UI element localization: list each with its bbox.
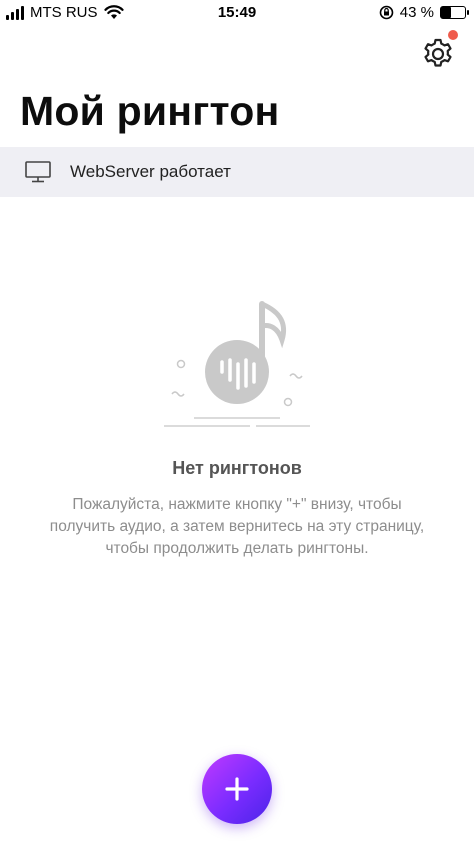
- music-note-icon: [205, 301, 286, 404]
- empty-state-title: Нет рингтонов: [172, 458, 302, 478]
- battery-icon: [440, 6, 469, 19]
- app-screen: MTS RUS 15:49 43 % Мой рингтон WebServer…: [0, 0, 474, 843]
- settings-button[interactable]: [420, 30, 458, 72]
- monitor-icon: [25, 161, 51, 183]
- webserver-status-bar[interactable]: WebServer работает: [0, 147, 474, 197]
- notification-dot: [448, 30, 458, 40]
- battery-percent: 43 %: [399, 4, 434, 21]
- music-note-illustration: [164, 301, 310, 427]
- status-bar: MTS RUS 15:49 43 %: [0, 0, 474, 28]
- webserver-status-label: WebServer работает: [70, 162, 231, 181]
- gear-icon: [424, 38, 452, 67]
- orientation-lock-icon: [379, 5, 394, 20]
- plus-icon: [225, 777, 249, 801]
- add-button[interactable]: [202, 754, 272, 824]
- empty-state-message: Пожалуйста, нажмите кнопку "+" внизу, чт…: [49, 496, 425, 557]
- status-bar-right: 43 %: [379, 4, 469, 21]
- page-title: Мой рингтон: [20, 88, 280, 134]
- battery-fill: [441, 7, 452, 18]
